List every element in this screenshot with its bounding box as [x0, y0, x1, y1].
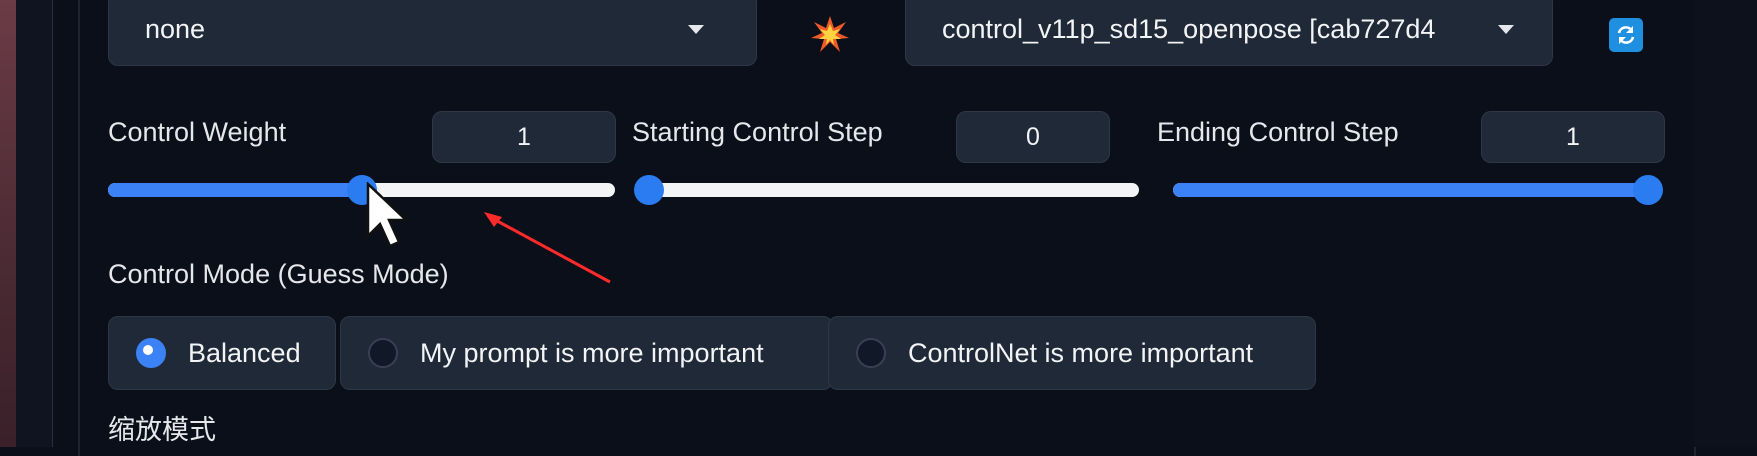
ending-step-label: Ending Control Step: [1157, 117, 1399, 147]
preprocessor-dropdown[interactable]: none: [108, 0, 757, 66]
refresh-icon[interactable]: [1609, 18, 1643, 52]
control-weight-slider[interactable]: [108, 175, 615, 205]
radio-my-prompt[interactable]: My prompt is more important: [340, 316, 833, 390]
radio-button[interactable]: [136, 338, 166, 368]
radio-balanced[interactable]: Balanced: [108, 316, 336, 390]
ending-step-thumb[interactable]: [1633, 175, 1663, 205]
starting-step-label: Starting Control Step: [632, 117, 883, 147]
radio-button[interactable]: [368, 338, 398, 368]
ending-step-fill: [1173, 183, 1648, 197]
ending-step-slider[interactable]: [1173, 175, 1663, 205]
control-weight-input[interactable]: 1: [432, 111, 616, 163]
window-edge-right: [1694, 0, 1757, 447]
chevron-down-icon: [688, 24, 704, 34]
radio-label: ControlNet is more important: [908, 337, 1254, 368]
model-value: control_v11p_sd15_openpose [cab727d4: [942, 13, 1436, 44]
radio-label: My prompt is more important: [420, 337, 764, 368]
window-edge-left: [0, 0, 16, 447]
radio-label: Balanced: [188, 337, 301, 368]
ending-step-input[interactable]: 1: [1481, 111, 1665, 163]
starting-step-input[interactable]: 0: [956, 111, 1110, 163]
explosion-icon[interactable]: [810, 14, 850, 54]
control-weight-label: Control Weight: [108, 117, 287, 147]
outer-panel-border: [16, 0, 53, 447]
resize-mode-label: 缩放模式: [108, 415, 216, 446]
model-dropdown[interactable]: control_v11p_sd15_openpose [cab727d4: [905, 0, 1553, 66]
control-weight-fill: [108, 183, 362, 197]
radio-button[interactable]: [856, 338, 886, 368]
radio-controlnet[interactable]: ControlNet is more important: [828, 316, 1316, 390]
control-mode-label: Control Mode (Guess Mode): [108, 259, 449, 289]
mouse-cursor-icon: [366, 181, 412, 253]
starting-step-slider[interactable]: [634, 175, 1139, 205]
annotation-arrow-icon: [470, 205, 620, 290]
preprocessor-value: none: [145, 13, 206, 44]
starting-step-thumb[interactable]: [634, 175, 664, 205]
chevron-down-icon: [1498, 24, 1514, 34]
